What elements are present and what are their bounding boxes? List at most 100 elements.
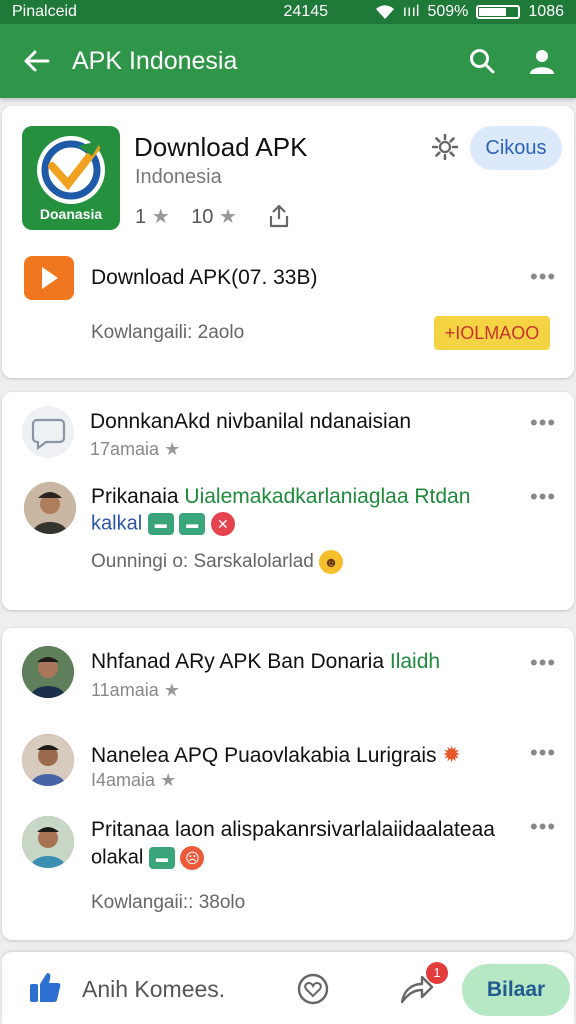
- smile-emoji-icon: ☻: [319, 550, 344, 574]
- rating-right: 10: [191, 206, 214, 228]
- battery-fill: [479, 8, 507, 16]
- app-logo-label: Doanasia: [39, 206, 103, 222]
- person-icon: [530, 50, 554, 74]
- app-logo[interactable]: Doanasia: [22, 126, 120, 230]
- comment-sub: I4amaia ★: [91, 770, 176, 791]
- status-time: 24145: [283, 3, 329, 20]
- comment-text[interactable]: Prikanaia Uialemakadkarlaniaglaa Rtdan: [91, 485, 470, 509]
- avatar-image: [24, 482, 76, 534]
- notification-count: 1: [433, 965, 441, 980]
- battery-icon: [476, 5, 521, 19]
- more-options-icon[interactable]: •••: [530, 266, 556, 288]
- more-options-icon[interactable]: •••: [530, 742, 556, 764]
- comment-text-part: Nanelea APQ Puaovlakabia Lurigrais: [91, 744, 437, 767]
- tag-badge: ▬: [179, 513, 206, 535]
- rating-left: 1: [135, 206, 147, 228]
- primary-action-label: Cikous: [485, 136, 547, 159]
- share-icon: [269, 204, 289, 228]
- comment-input[interactable]: Anih Komees.: [82, 976, 225, 1003]
- star-icon: ★: [163, 680, 180, 700]
- back-button[interactable]: [0, 24, 72, 98]
- highlight-badge-label: +IOLMAOO: [444, 322, 540, 343]
- comment-line2: olakal ▬ ☹: [91, 846, 205, 870]
- comment-sub-text: 11amaia: [91, 680, 159, 700]
- status-clock: 1086: [528, 3, 564, 20]
- avatar-image: [22, 646, 74, 698]
- avatar[interactable]: [24, 482, 76, 534]
- like-button[interactable]: [28, 970, 62, 1009]
- battery-percent: 509%: [427, 3, 469, 20]
- comment-text[interactable]: Nanelea APQ Puaovlakabia Lurigrais ✹: [91, 742, 461, 768]
- app-bar: APK Indonesia: [0, 24, 576, 98]
- comment-meta: Ounningi o: Sarskalolarlad ☻: [91, 550, 344, 574]
- avatar[interactable]: [22, 646, 74, 698]
- share-button[interactable]: [268, 204, 290, 233]
- wifi-icon: [375, 5, 394, 19]
- burst-emoji-icon: ✹: [442, 742, 461, 767]
- send-button[interactable]: Bilaar: [462, 964, 570, 1016]
- comment-sub: 17amaia ★: [90, 439, 180, 460]
- chat-bubble-icon: [31, 418, 66, 451]
- send-button-label: Bilaar: [486, 978, 546, 1001]
- gear-icon: [431, 133, 459, 161]
- comment-bubble-avatar: [22, 406, 74, 458]
- comment-meta-text: Ounningi o: Sarskalolarlad: [91, 551, 314, 573]
- more-options-icon[interactable]: •••: [530, 652, 556, 674]
- comment-text-part: Prikanaia: [91, 485, 179, 508]
- app-logo-icon: [37, 136, 105, 204]
- comment-text[interactable]: DonnkanAkd nivbanilal ndanaisian: [90, 410, 411, 434]
- avatar[interactable]: [22, 734, 74, 786]
- app-name: Download APK: [134, 132, 308, 162]
- comment-line2-text: kalkal: [91, 512, 143, 535]
- avatar-image: [22, 734, 74, 786]
- highlight-badge[interactable]: +IOLMAOO: [434, 316, 550, 350]
- account-button[interactable]: [512, 24, 572, 98]
- more-options-icon[interactable]: •••: [530, 816, 556, 838]
- comment-sub-text: I4amaia: [91, 770, 156, 790]
- more-options-icon[interactable]: •••: [530, 486, 556, 508]
- tag-badge: ▬: [147, 513, 174, 535]
- star-icon: ★: [160, 770, 177, 790]
- status-indicators: ıııl 509% 1086: [375, 3, 564, 21]
- tag-badge: ▬: [148, 847, 175, 869]
- comment-sub: 11amaia ★: [91, 680, 180, 701]
- arrow-left-icon: [24, 50, 50, 72]
- comment-line2: kalkal ▬ ▬ ✕: [91, 512, 235, 536]
- avatar[interactable]: [22, 816, 74, 868]
- comment-text-highlight: Ilaidh: [389, 650, 441, 673]
- avatar-image: [22, 816, 74, 868]
- star-icon: ★: [219, 206, 237, 228]
- app-developer[interactable]: Indonesia: [135, 166, 222, 189]
- status-carrier: Pinalceid: [12, 3, 77, 20]
- download-title[interactable]: Download APK(07. 33B): [91, 266, 317, 290]
- download-meta: Kowlangaili: 2aolo: [91, 322, 245, 343]
- star-icon: ★: [164, 439, 181, 459]
- comment-line2-text: olakal: [91, 846, 144, 869]
- app-rating: 1 ★ 10 ★: [135, 204, 237, 229]
- search-button[interactable]: [452, 24, 512, 98]
- comments-card-1: DonnkanAkd nivbanilal ndanaisian 17amaia…: [2, 392, 574, 610]
- angry-emoji-icon: ☹: [180, 846, 205, 870]
- thumbs-up-icon: [30, 973, 61, 1002]
- more-options-icon[interactable]: •••: [530, 412, 556, 434]
- download-play-button[interactable]: [24, 256, 74, 300]
- notification-badge: 1: [426, 962, 448, 984]
- comments-card-2: Nhfanad ARy APK Ban Donaria Ilaidh 11ama…: [2, 628, 574, 940]
- app-bar-title: APK Indonesia: [72, 46, 238, 75]
- comment-text[interactable]: Pritanaa laon alispakanrsivarlalaiidaala…: [91, 818, 495, 842]
- heart-icon: [297, 973, 329, 1005]
- app-card: Doanasia Download APK Indonesia 1 ★ 10 ★…: [2, 106, 574, 378]
- search-icon: [470, 49, 495, 74]
- comment-text-highlight: Uialemakadkarlaniaglaa Rtdan: [184, 485, 471, 508]
- comment-text-part: Nhfanad ARy APK Ban Donaria: [91, 650, 385, 673]
- settings-button[interactable]: [431, 133, 459, 165]
- heart-button[interactable]: [296, 972, 330, 1011]
- comment-text[interactable]: Nhfanad ARy APK Ban Donaria Ilaidh: [91, 650, 440, 674]
- bottom-bar: Anih Komees. 1 Bilaar: [2, 952, 574, 1024]
- close-icon[interactable]: ✕: [210, 512, 235, 536]
- play-icon: [42, 267, 58, 289]
- status-bar: Pinalceid 24145 ıııl 509% 1086: [0, 0, 576, 24]
- signal-icon: ıııl: [402, 3, 420, 20]
- primary-action-button[interactable]: Cikous: [470, 126, 562, 170]
- comment-sub-text: 17amaia: [90, 439, 160, 459]
